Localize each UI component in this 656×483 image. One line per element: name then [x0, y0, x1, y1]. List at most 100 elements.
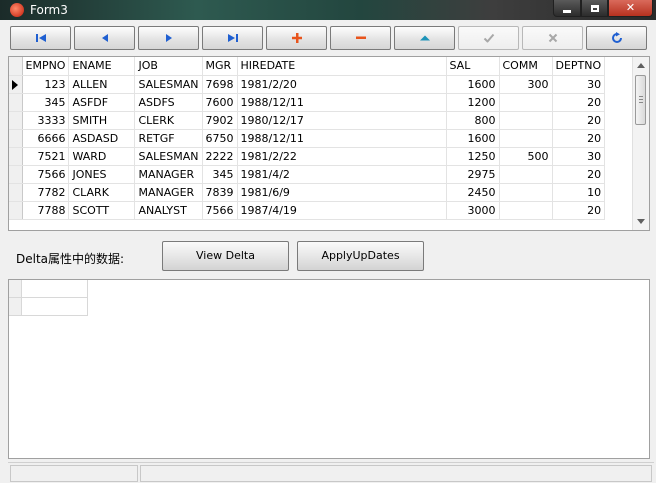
- cell-sal[interactable]: 1200: [446, 93, 500, 112]
- nav-delete-button[interactable]: [330, 26, 391, 50]
- cell-sal[interactable]: 800: [446, 111, 500, 130]
- title-bar[interactable]: Form3 ✕: [0, 0, 656, 20]
- apply-updates-button[interactable]: ApplyUpDates: [297, 241, 424, 271]
- table-row[interactable]: 6666 ASDASD RETGF 6750 1988/12/11 1600 20: [9, 129, 606, 148]
- cell-ename[interactable]: ASFDF: [68, 93, 136, 112]
- cell-mgr[interactable]: 345: [202, 165, 238, 184]
- cell-job[interactable]: SALESMAN: [134, 75, 203, 94]
- cell-comm[interactable]: [499, 93, 553, 112]
- nav-refresh-button[interactable]: [586, 26, 647, 50]
- column-header-empno[interactable]: EMPNO: [22, 57, 70, 76]
- cell-empno[interactable]: 3333: [22, 111, 70, 130]
- scroll-thumb[interactable]: [635, 75, 646, 125]
- cell-comm[interactable]: [499, 129, 553, 148]
- nav-next-button[interactable]: [138, 26, 199, 50]
- cell-comm[interactable]: [499, 111, 553, 130]
- column-header-sal[interactable]: SAL: [446, 57, 500, 76]
- cell-deptno[interactable]: 20: [552, 129, 606, 148]
- table-row[interactable]: 7782 CLARK MANAGER 7839 1981/6/9 2450 10: [9, 183, 606, 202]
- cell-job[interactable]: ANALYST: [134, 201, 203, 220]
- cell-mgr[interactable]: 7839: [202, 183, 238, 202]
- cell-empno[interactable]: 345: [22, 93, 70, 112]
- cell-mgr[interactable]: 2222: [202, 147, 238, 166]
- cell-hiredate[interactable]: 1981/2/22: [237, 147, 447, 166]
- row-indicator[interactable]: [9, 129, 23, 148]
- cell-empno[interactable]: 7782: [22, 183, 70, 202]
- cell-comm[interactable]: [499, 201, 553, 220]
- table-row[interactable]: 123 ALLEN SALESMAN 7698 1981/2/20 1600 300 30: [9, 75, 606, 94]
- row-indicator[interactable]: [9, 93, 23, 112]
- cell-job[interactable]: ASDFS: [134, 93, 203, 112]
- cell-hiredate[interactable]: 1981/2/20: [237, 75, 447, 94]
- cell-ename[interactable]: WARD: [68, 147, 136, 166]
- nav-first-button[interactable]: [10, 26, 71, 50]
- cell-ename[interactable]: CLARK: [68, 183, 136, 202]
- cell-sal[interactable]: 1600: [446, 129, 500, 148]
- delta-grid[interactable]: [8, 279, 650, 459]
- cell-sal[interactable]: 2450: [446, 183, 500, 202]
- grid-vertical-scrollbar[interactable]: [632, 57, 649, 230]
- cell-deptno[interactable]: 20: [552, 201, 606, 220]
- cell-empno[interactable]: 7521: [22, 147, 70, 166]
- cell-deptno[interactable]: 30: [552, 75, 606, 94]
- row-indicator[interactable]: [9, 111, 23, 130]
- nav-post-button[interactable]: [458, 26, 519, 50]
- cell-deptno[interactable]: 20: [552, 111, 606, 130]
- nav-edit-button[interactable]: [394, 26, 455, 50]
- row-indicator[interactable]: [9, 147, 23, 166]
- row-indicator[interactable]: [9, 165, 23, 184]
- delta-grid-cell[interactable]: [22, 298, 88, 316]
- table-row[interactable]: 3333 SMITH CLERK 7902 1980/12/17 800 20: [9, 111, 606, 130]
- cell-hiredate[interactable]: 1988/12/11: [237, 93, 447, 112]
- cell-ename[interactable]: SCOTT: [68, 201, 136, 220]
- cell-ename[interactable]: JONES: [68, 165, 136, 184]
- minimize-button[interactable]: [553, 0, 581, 17]
- view-delta-button[interactable]: View Delta: [162, 241, 289, 271]
- cell-job[interactable]: SALESMAN: [134, 147, 203, 166]
- close-button[interactable]: ✕: [608, 0, 653, 17]
- cell-empno[interactable]: 6666: [22, 129, 70, 148]
- table-row[interactable]: 7566 JONES MANAGER 345 1981/4/2 2975 20: [9, 165, 606, 184]
- cell-hiredate[interactable]: 1981/6/9: [237, 183, 447, 202]
- cell-hiredate[interactable]: 1981/4/2: [237, 165, 447, 184]
- cell-hiredate[interactable]: 1987/4/19: [237, 201, 447, 220]
- cell-ename[interactable]: ALLEN: [68, 75, 136, 94]
- table-row[interactable]: 7521 WARD SALESMAN 2222 1981/2/22 1250 500 30: [9, 147, 606, 166]
- row-indicator[interactable]: [9, 201, 23, 220]
- cell-job[interactable]: RETGF: [134, 129, 203, 148]
- cell-deptno[interactable]: 20: [552, 165, 606, 184]
- cell-comm[interactable]: [499, 183, 553, 202]
- nav-prior-button[interactable]: [74, 26, 135, 50]
- cell-job[interactable]: MANAGER: [134, 165, 203, 184]
- cell-mgr[interactable]: 6750: [202, 129, 238, 148]
- cell-hiredate[interactable]: 1988/12/11: [237, 129, 447, 148]
- cell-empno[interactable]: 7788: [22, 201, 70, 220]
- cell-hiredate[interactable]: 1980/12/17: [237, 111, 447, 130]
- maximize-button[interactable]: [581, 0, 608, 17]
- cell-ename[interactable]: SMITH: [68, 111, 136, 130]
- table-row[interactable]: 7788 SCOTT ANALYST 7566 1987/4/19 3000 20: [9, 201, 606, 220]
- column-header-deptno[interactable]: DEPTNO: [552, 57, 606, 76]
- cell-mgr[interactable]: 7902: [202, 111, 238, 130]
- cell-sal[interactable]: 2975: [446, 165, 500, 184]
- cell-mgr[interactable]: 7698: [202, 75, 238, 94]
- cell-empno[interactable]: 7566: [22, 165, 70, 184]
- cell-sal[interactable]: 3000: [446, 201, 500, 220]
- nav-cancel-button[interactable]: [522, 26, 583, 50]
- employee-grid[interactable]: EMPNO ENAME JOB MGR HIREDATE SAL COMM DEPTNO 12…: [8, 56, 650, 231]
- cell-ename[interactable]: ASDASD: [68, 129, 136, 148]
- scroll-up-icon[interactable]: [637, 63, 645, 68]
- column-header-comm[interactable]: COMM: [499, 57, 553, 76]
- cell-sal[interactable]: 1250: [446, 147, 500, 166]
- cell-job[interactable]: MANAGER: [134, 183, 203, 202]
- cell-comm[interactable]: 500: [499, 147, 553, 166]
- nav-last-button[interactable]: [202, 26, 263, 50]
- cell-deptno[interactable]: 10: [552, 183, 606, 202]
- cell-sal[interactable]: 1600: [446, 75, 500, 94]
- column-header-mgr[interactable]: MGR: [202, 57, 238, 76]
- scroll-down-icon[interactable]: [637, 219, 645, 224]
- nav-insert-button[interactable]: [266, 26, 327, 50]
- cell-job[interactable]: CLERK: [134, 111, 203, 130]
- cell-deptno[interactable]: 30: [552, 147, 606, 166]
- cell-mgr[interactable]: 7566: [202, 201, 238, 220]
